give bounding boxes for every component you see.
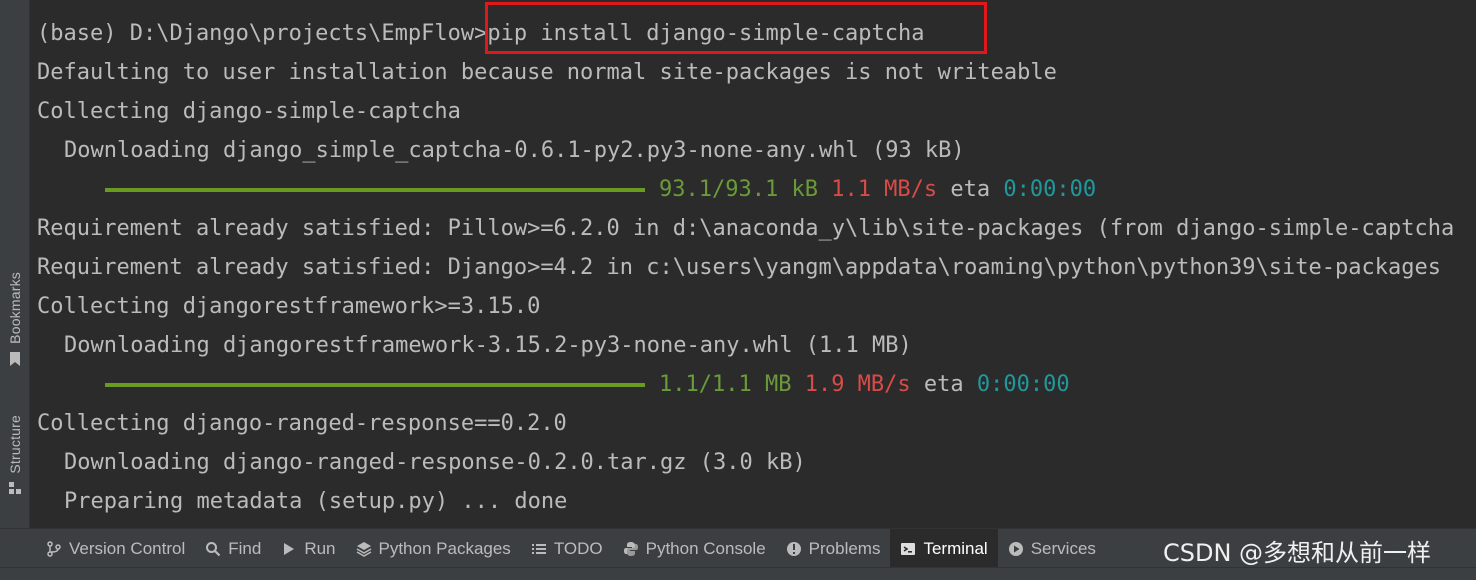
- tab-problems[interactable]: Problems: [776, 529, 891, 568]
- eta-label: eta: [950, 177, 991, 202]
- structure-icon: [8, 481, 21, 494]
- output-line: Collecting djangorestframework>=3.15.0: [37, 294, 541, 319]
- tab-label: Run: [304, 538, 336, 558]
- python-icon: [623, 541, 638, 556]
- tab-todo[interactable]: TODO: [521, 529, 613, 568]
- eta-label: eta: [923, 372, 964, 397]
- progress-bar: [105, 187, 645, 192]
- tab-label: Version Control: [69, 538, 186, 558]
- eta-value: 0:00:00: [1003, 177, 1097, 202]
- output-line: Downloading djangorestframework-3.15.2-p…: [64, 333, 912, 358]
- bookmarks-tab[interactable]: Bookmarks: [0, 272, 29, 367]
- terminal-output[interactable]: (base) D:\Django\projects\EmpFlow>pip in…: [30, 0, 1476, 528]
- layers-icon: [356, 541, 371, 557]
- watermark: CSDN @多想和从前一样: [1163, 539, 1432, 567]
- output-line: Requirement already satisfied: Pillow>=6…: [37, 216, 1455, 241]
- tab-python-packages[interactable]: Python Packages: [346, 529, 521, 568]
- output-line: Downloading django-ranged-response-0.2.0…: [64, 450, 806, 475]
- tab-label: TODO: [553, 538, 603, 558]
- terminal-icon: [901, 542, 916, 555]
- search-icon: [206, 541, 221, 556]
- tab-terminal[interactable]: Terminal: [890, 529, 998, 568]
- structure-tab[interactable]: Structure: [0, 415, 29, 495]
- download-size: 1.1/1.1 MB: [659, 372, 792, 397]
- bookmark-icon: [9, 351, 20, 366]
- download-speed: 1.1 MB/s: [831, 177, 938, 202]
- bookmarks-label: Bookmarks: [6, 272, 23, 344]
- download-size: 93.1/93.1 kB: [659, 177, 818, 202]
- eta-value: 0:00:00: [976, 372, 1070, 397]
- prompt-text: (base) D:\Django\projects\EmpFlow>: [37, 21, 488, 46]
- tab-label: Services: [1030, 538, 1096, 558]
- tab-find[interactable]: Find: [195, 529, 271, 568]
- info-icon: [786, 541, 801, 556]
- output-line: Collecting django-simple-captcha: [37, 99, 461, 124]
- tab-label: Python Packages: [378, 538, 511, 558]
- list-icon: [531, 543, 546, 554]
- output-line: Preparing metadata (setup.py) ... done: [64, 489, 568, 514]
- download-speed: 1.9 MB/s: [804, 372, 911, 397]
- progress-line: 93.1/93.1 kB 1.1 MB/s eta 0:00:00: [105, 170, 1096, 209]
- structure-label: Structure: [6, 415, 23, 474]
- progress-line: 1.1/1.1 MB 1.9 MB/s eta 0:00:00: [105, 365, 1070, 404]
- output-line: Defaulting to user installation because …: [37, 60, 1057, 85]
- services-icon: [1008, 541, 1023, 556]
- tab-label: Terminal: [923, 538, 988, 558]
- tab-run[interactable]: Run: [271, 529, 345, 568]
- tab-label: Problems: [808, 538, 881, 558]
- tab-services[interactable]: Services: [998, 529, 1106, 568]
- tab-version-control[interactable]: Version Control: [36, 529, 195, 568]
- output-line: Downloading django_simple_captcha-0.6.1-…: [64, 138, 965, 163]
- command-highlight-box: [485, 2, 987, 54]
- tab-label: Find: [228, 538, 262, 558]
- left-tool-strip: Bookmarks Structure: [0, 0, 30, 528]
- tab-python-console[interactable]: Python Console: [613, 529, 776, 568]
- branch-icon: [47, 540, 61, 557]
- output-line: Requirement already satisfied: Django>=4…: [37, 255, 1441, 280]
- play-icon: [284, 542, 295, 555]
- progress-bar: [105, 382, 645, 387]
- output-line: Collecting django-ranged-response==0.2.0: [37, 411, 567, 436]
- status-bar: [0, 567, 1476, 580]
- tab-label: Python Console: [645, 538, 766, 558]
